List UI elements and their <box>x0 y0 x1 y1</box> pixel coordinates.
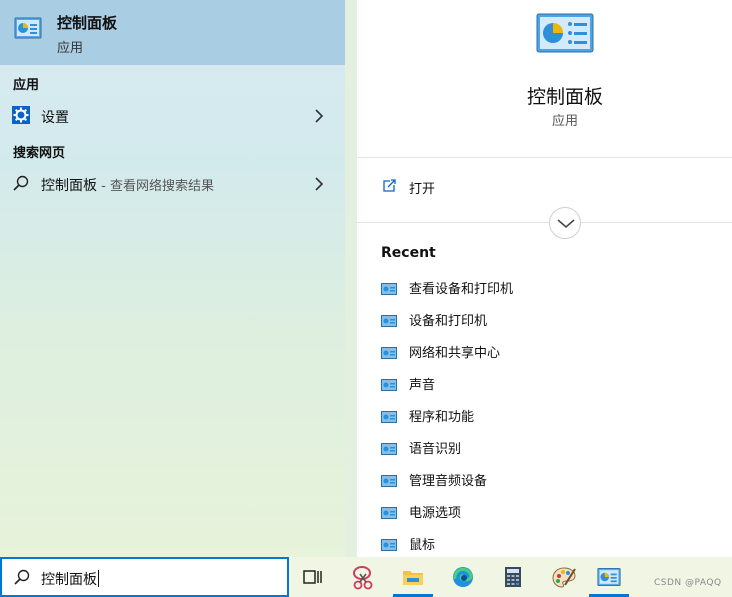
best-match-subtitle: 应用 <box>57 41 84 56</box>
app-type: 应用 <box>551 114 578 129</box>
folder-icon <box>403 571 423 585</box>
search-query: 控制面板 <box>41 569 99 589</box>
result-label-main: 控制面板 <box>41 178 97 194</box>
control-panel-icon <box>381 312 397 327</box>
recent-item[interactable]: 语音识别 <box>357 432 732 462</box>
taskbar-snipping-tool[interactable] <box>339 557 387 597</box>
control-panel-icon <box>381 376 397 391</box>
result-settings[interactable]: 设置 <box>0 100 345 132</box>
result-web-search[interactable]: 控制面板 - 查看网络搜索结果 <box>0 168 345 200</box>
calculator-icon <box>505 567 521 587</box>
control-panel-icon <box>381 440 397 455</box>
scissors-icon <box>353 566 373 590</box>
chevron-right-icon[interactable] <box>313 108 325 124</box>
control-panel-icon <box>381 536 397 551</box>
taskbar-calculator[interactable] <box>489 557 537 597</box>
watermark: CSDN @PAQQ <box>654 578 722 588</box>
taskbar-task-view[interactable] <box>289 557 337 597</box>
control-panel-icon <box>381 472 397 487</box>
recent-heading: Recent <box>381 245 436 261</box>
recent-item-label: 网络和共享中心 <box>409 346 501 361</box>
recent-item[interactable]: 鼠标 <box>357 528 732 558</box>
recent-item-label: 设备和打印机 <box>409 314 488 329</box>
pane-divider <box>345 0 357 557</box>
details-pane: 控制面板 应用 打开 Recent 查看设备和打印机 设备和打印机 网络和共享中心声… <box>357 0 732 557</box>
gear-icon <box>12 106 30 124</box>
search-input[interactable]: 控制面板 <box>0 557 289 597</box>
chevron-down-icon <box>557 219 575 228</box>
recent-item[interactable]: 程序和功能 <box>357 400 732 430</box>
open-external-icon <box>381 178 397 194</box>
recent-item[interactable]: 网络和共享中心 <box>357 336 732 366</box>
recent-item-label: 程序和功能 <box>409 410 475 425</box>
section-heading-web: 搜索网页 <box>13 146 66 161</box>
recent-item[interactable]: 查看设备和打印机 <box>357 272 732 302</box>
control-panel-icon <box>381 504 397 519</box>
taskbar-paint[interactable] <box>539 557 587 597</box>
result-label-suffix: - 查看网络搜索结果 <box>97 179 214 194</box>
palette-icon <box>552 567 576 588</box>
task-view-icon <box>303 570 322 584</box>
open-label: 打开 <box>409 182 436 197</box>
control-panel-icon <box>14 16 42 42</box>
search-results-pane: 控制面板 应用 应用 设置 搜索网页 控制面板 - 查看网络搜索结果 <box>0 0 345 557</box>
open-action[interactable]: 打开 <box>357 170 732 204</box>
divider <box>357 157 732 158</box>
best-match-title: 控制面板 <box>57 14 118 32</box>
recent-item-label: 声音 <box>409 378 436 393</box>
edge-icon <box>453 567 473 587</box>
app-title: 控制面板 <box>526 86 603 108</box>
divider <box>357 222 732 223</box>
search-icon <box>13 568 31 586</box>
taskbar-file-explorer[interactable] <box>389 557 437 597</box>
text-caret <box>98 570 99 587</box>
recent-item[interactable]: 声音 <box>357 368 732 398</box>
section-heading-apps: 应用 <box>13 78 40 93</box>
recent-item[interactable]: 管理音频设备 <box>357 464 732 494</box>
taskbar <box>289 557 732 597</box>
recent-item-label: 语音识别 <box>409 442 462 457</box>
control-panel-icon <box>381 408 397 423</box>
control-panel-icon <box>381 344 397 359</box>
recent-item-label: 电源选项 <box>409 506 462 521</box>
best-match-result[interactable]: 控制面板 应用 <box>0 0 345 65</box>
search-icon <box>12 174 30 192</box>
chevron-right-icon[interactable] <box>313 176 325 192</box>
control-panel-icon <box>536 13 594 53</box>
expand-button[interactable] <box>549 207 581 239</box>
recent-item[interactable]: 设备和打印机 <box>357 304 732 334</box>
recent-item[interactable]: 电源选项 <box>357 496 732 526</box>
control-panel-icon <box>597 568 621 586</box>
search-query-text: 控制面板 <box>41 572 97 588</box>
recent-item-label: 管理音频设备 <box>409 474 488 489</box>
recent-item-label: 鼠标 <box>409 538 436 553</box>
control-panel-icon <box>381 280 397 295</box>
taskbar-edge[interactable] <box>439 557 487 597</box>
result-label: 控制面板 - 查看网络搜索结果 <box>41 175 214 195</box>
result-label: 设置 <box>41 110 69 126</box>
taskbar-control-panel[interactable] <box>585 557 633 597</box>
recent-item-label: 查看设备和打印机 <box>409 282 514 297</box>
